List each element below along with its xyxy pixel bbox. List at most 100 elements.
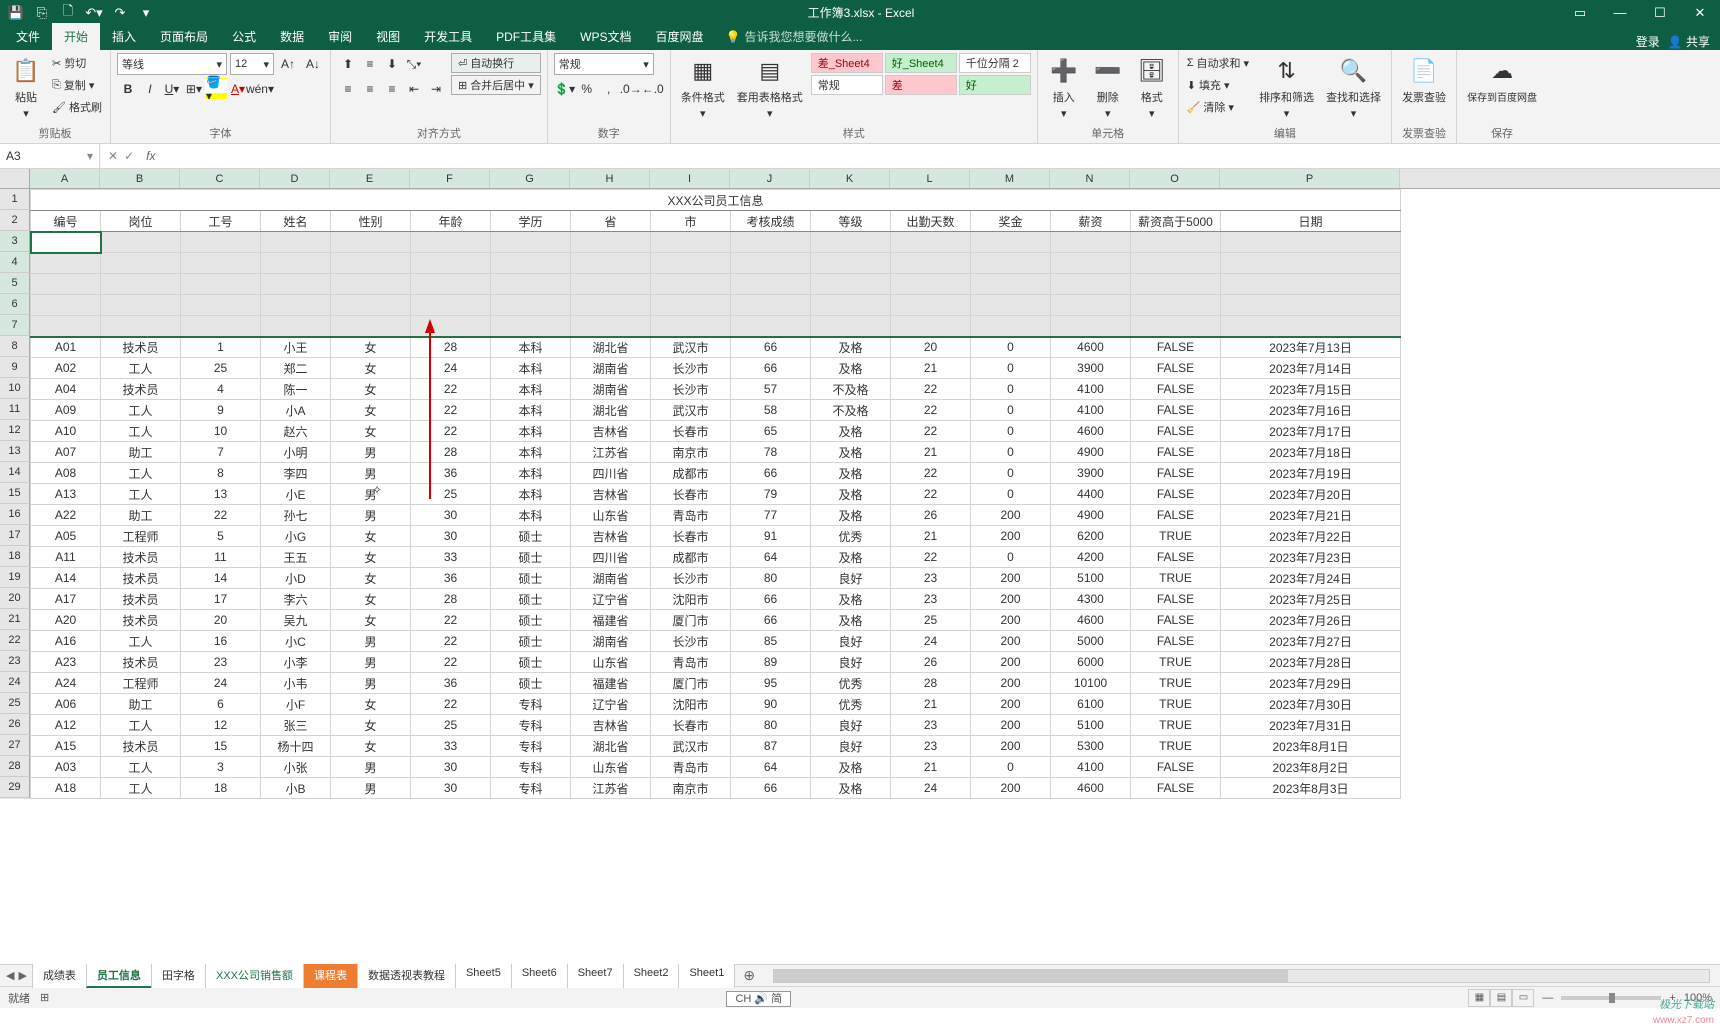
cell[interactable]: A07 — [31, 442, 101, 463]
cell[interactable]: FALSE — [1131, 358, 1221, 379]
cell[interactable] — [261, 253, 331, 274]
cell[interactable]: 23 — [181, 652, 261, 673]
cell[interactable]: 25 — [411, 715, 491, 736]
column-header[interactable]: M — [970, 169, 1050, 188]
cell[interactable] — [181, 274, 261, 295]
cell[interactable]: 薪资 — [1051, 211, 1131, 232]
cell[interactable] — [571, 295, 651, 316]
cell[interactable]: 0 — [971, 337, 1051, 358]
cell[interactable]: 良好 — [811, 652, 891, 673]
cell[interactable]: 58 — [731, 400, 811, 421]
cell[interactable]: 厦门市 — [651, 673, 731, 694]
cell[interactable]: 及格 — [811, 547, 891, 568]
cell[interactable]: 200 — [971, 736, 1051, 757]
fx-icon[interactable]: fx — [142, 149, 159, 163]
cell[interactable]: 30 — [411, 757, 491, 778]
cell[interactable] — [1221, 253, 1401, 274]
number-format-combo[interactable]: 常规▾ — [554, 53, 654, 75]
cell[interactable]: 22 — [891, 484, 971, 505]
cell[interactable]: 技术员 — [101, 589, 181, 610]
cell[interactable] — [101, 274, 181, 295]
baidu-save-button[interactable]: ☁保存到百度网盘 — [1463, 53, 1541, 106]
cell[interactable]: 硕士 — [491, 568, 571, 589]
cell[interactable]: 专科 — [491, 736, 571, 757]
cell[interactable]: TRUE — [1131, 694, 1221, 715]
cell[interactable]: 21 — [891, 757, 971, 778]
cell[interactable]: 长春市 — [651, 715, 731, 736]
column-header[interactable]: G — [490, 169, 570, 188]
find-select-button[interactable]: 🔍查找和选择▾ — [1322, 53, 1385, 122]
cell[interactable]: 23 — [891, 736, 971, 757]
tab-home[interactable]: 开始 — [52, 23, 100, 50]
cell[interactable]: 女 — [331, 400, 411, 421]
cell[interactable]: 4100 — [1051, 757, 1131, 778]
cell[interactable]: 22 — [411, 421, 491, 442]
cell[interactable]: 女 — [331, 547, 411, 568]
cell[interactable]: 2023年7月31日 — [1221, 715, 1401, 736]
cell[interactable]: 2023年7月16日 — [1221, 400, 1401, 421]
cell[interactable]: 4900 — [1051, 505, 1131, 526]
cell[interactable]: 9 — [181, 400, 261, 421]
cell[interactable]: 200 — [971, 694, 1051, 715]
cell[interactable]: 良好 — [811, 631, 891, 652]
cell[interactable]: 5100 — [1051, 715, 1131, 736]
cell[interactable]: 4200 — [1051, 547, 1131, 568]
cell[interactable]: 福建省 — [571, 673, 651, 694]
row-header[interactable]: 19 — [0, 567, 30, 588]
style-cell[interactable]: 好 — [959, 75, 1031, 95]
cell[interactable]: 湖南省 — [571, 631, 651, 652]
cell[interactable]: FALSE — [1131, 379, 1221, 400]
style-cell[interactable]: 好_Sheet4 — [885, 53, 957, 73]
cell[interactable] — [1131, 295, 1221, 316]
cell[interactable]: 22 — [891, 463, 971, 484]
cell[interactable]: 0 — [971, 484, 1051, 505]
cell[interactable]: A10 — [31, 421, 101, 442]
row-header[interactable]: 24 — [0, 672, 30, 693]
cell[interactable]: 3900 — [1051, 358, 1131, 379]
cell[interactable]: FALSE — [1131, 631, 1221, 652]
cell[interactable] — [971, 316, 1051, 337]
cell[interactable]: 工人 — [101, 715, 181, 736]
cell[interactable] — [261, 274, 331, 295]
cell[interactable]: 18 — [181, 778, 261, 799]
cell[interactable]: 沈阳市 — [651, 694, 731, 715]
cell[interactable]: 80 — [731, 568, 811, 589]
cell[interactable]: 小张 — [261, 757, 331, 778]
cell[interactable]: 23 — [891, 589, 971, 610]
cell[interactable]: 成都市 — [651, 547, 731, 568]
cell[interactable]: 4100 — [1051, 400, 1131, 421]
cell[interactable]: 助工 — [101, 505, 181, 526]
cell[interactable]: 小李 — [261, 652, 331, 673]
column-header[interactable]: P — [1220, 169, 1400, 188]
cell[interactable]: A14 — [31, 568, 101, 589]
cell[interactable] — [651, 295, 731, 316]
cell[interactable]: A05 — [31, 526, 101, 547]
cell[interactable] — [1221, 232, 1401, 253]
sheet-tab[interactable]: 员工信息 — [86, 963, 152, 988]
sheet-tab[interactable]: Sheet1 — [678, 963, 735, 988]
cell[interactable]: 男 — [331, 442, 411, 463]
cell[interactable] — [651, 316, 731, 337]
cell[interactable] — [491, 274, 571, 295]
cell[interactable]: A04 — [31, 379, 101, 400]
sheet-tab[interactable]: Sheet5 — [455, 963, 512, 988]
redo-icon[interactable]: ↷ — [108, 2, 132, 24]
increase-font-icon[interactable]: A↑ — [277, 53, 299, 75]
cell[interactable]: A09 — [31, 400, 101, 421]
cell[interactable]: 长春市 — [651, 526, 731, 547]
cell[interactable]: 福建省 — [571, 610, 651, 631]
cell[interactable]: 硕士 — [491, 526, 571, 547]
cell[interactable]: 20 — [891, 337, 971, 358]
share-button[interactable]: 👤 共享 — [1668, 33, 1710, 50]
page-break-view-icon[interactable]: ▭ — [1512, 989, 1534, 1007]
tab-view[interactable]: 视图 — [364, 23, 412, 50]
cell[interactable]: TRUE — [1131, 526, 1221, 547]
cell[interactable]: 武汉市 — [651, 337, 731, 358]
cell[interactable] — [891, 316, 971, 337]
cell[interactable]: TRUE — [1131, 673, 1221, 694]
cell[interactable]: 女 — [331, 589, 411, 610]
cell[interactable] — [261, 316, 331, 337]
cell[interactable]: 25 — [181, 358, 261, 379]
row-header[interactable]: 9 — [0, 357, 30, 378]
cell[interactable]: 女 — [331, 421, 411, 442]
